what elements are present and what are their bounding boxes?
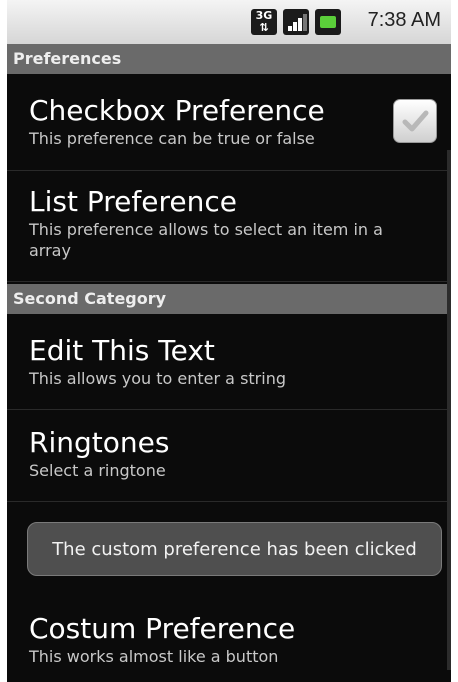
pref-summary-line1: This preference allows to select an item… [29,220,383,239]
pref-title: Ringtones [29,426,170,459]
pref-summary: This works almost like a button [29,647,279,666]
toast-message: The custom preference has been clicked [27,522,442,576]
edit-text-preference[interactable]: Edit This Text This allows you to enter … [7,319,451,410]
scrollbar[interactable] [447,150,451,670]
list-preference[interactable]: List Preference This preference allows t… [7,171,451,282]
status-bar: 3G ⇅ 7:38 AM [7,0,451,44]
category-header-second: Second Category [7,284,451,314]
preferences-screen: 3G ⇅ 7:38 AM Preferences Checkbox Prefer… [7,0,451,682]
custom-preference[interactable]: Costum Preference This works almost like… [7,596,451,682]
pref-summary: Select a ringtone [29,461,166,480]
network-arrows: ⇅ [259,21,269,34]
signal-icon [283,9,309,35]
pref-title: Edit This Text [29,334,215,367]
pref-summary-line2: array [29,241,71,260]
pref-summary: This allows you to enter a string [29,369,286,388]
ringtone-preference[interactable]: Ringtones Select a ringtone [7,410,451,502]
checkbox-preference[interactable]: Checkbox Preference This preference can … [7,80,451,171]
category-header-preferences: Preferences [7,44,451,74]
status-icons: 3G ⇅ [251,8,341,36]
pref-title: List Preference [29,185,237,218]
pref-title: Checkbox Preference [29,94,325,127]
pref-summary: This preference can be true or false [29,129,315,148]
pref-title: Costum Preference [29,612,296,645]
checkbox-checked[interactable] [393,99,437,143]
battery-icon [315,9,341,35]
clock: 7:38 AM [367,9,441,31]
3g-icon: 3G ⇅ [251,9,277,35]
checkmark-icon [402,110,429,132]
